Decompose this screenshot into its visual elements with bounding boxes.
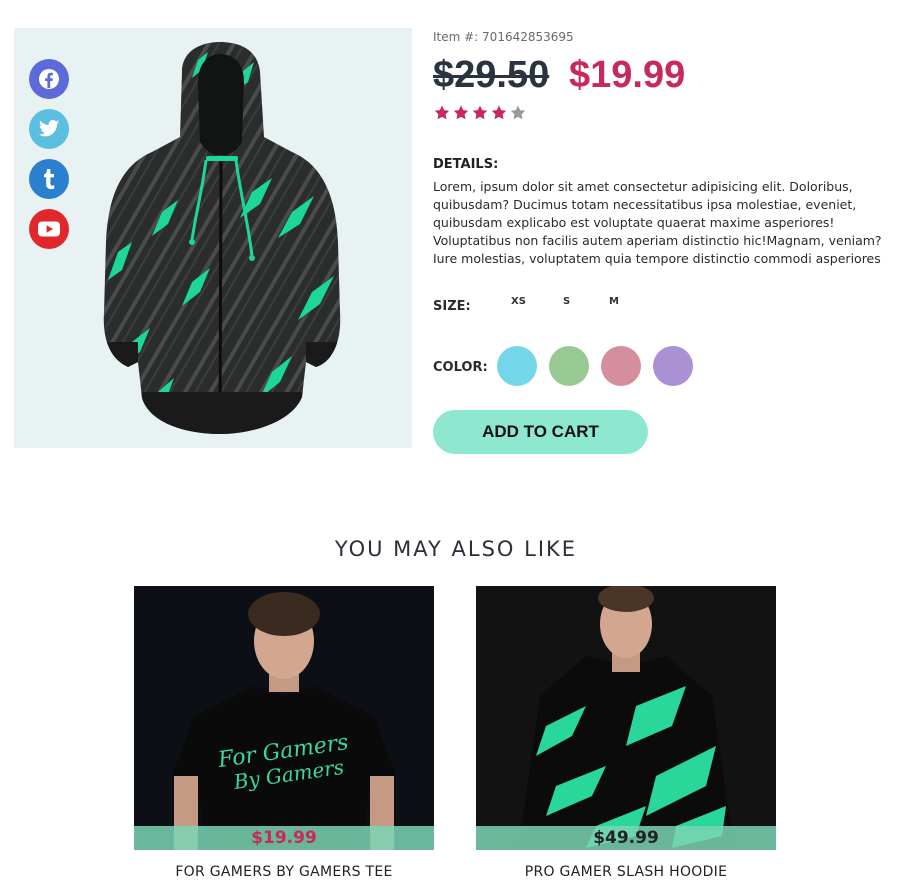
color-swatch-pink[interactable] (601, 346, 641, 386)
size-option-m[interactable]: M (609, 296, 619, 307)
youtube-icon (38, 221, 60, 237)
size-label: SIZE: (433, 299, 471, 314)
related-product-card[interactable]: For Gamers By Gamers $19.99 FOR GAMERS B… (134, 586, 434, 880)
related-section-title: YOU MAY ALSO LIKE (334, 537, 578, 561)
size-option-xs[interactable]: XS (511, 296, 526, 307)
star-filled-icon (434, 105, 450, 120)
tee-model-image: For Gamers By Gamers (134, 586, 434, 850)
star-filled-icon (472, 105, 488, 120)
product-name[interactable]: PRO GAMER SLASH HOODIE (476, 864, 776, 880)
product-price: $49.99 (476, 826, 776, 850)
product-image-panel (14, 28, 412, 448)
add-to-cart-button[interactable]: ADD TO CART (433, 410, 648, 454)
social-share-bar (29, 59, 69, 249)
item-number: Item #: 701642853695 (433, 30, 574, 44)
price-block: $29.50 $19.99 (433, 54, 893, 102)
color-swatch-green[interactable] (549, 346, 589, 386)
star-rating (433, 104, 893, 126)
details-heading: DETAILS: (433, 157, 499, 172)
star-filled-icon (491, 105, 507, 120)
star-empty-icon (510, 105, 526, 120)
star-filled-icon (453, 105, 469, 120)
youtube-share-button[interactable] (29, 209, 69, 249)
tumblr-share-button[interactable] (29, 159, 69, 199)
product-photo[interactable]: For Gamers By Gamers $19.99 (134, 586, 434, 850)
twitter-share-button[interactable] (29, 109, 69, 149)
details-text: Lorem, ipsum dolor sit amet consectetur … (433, 179, 882, 266)
size-option-s[interactable]: S (563, 296, 570, 307)
facebook-icon (39, 69, 59, 89)
color-swatch-blue[interactable] (497, 346, 537, 386)
twitter-icon (38, 120, 60, 137)
product-info: Item #: 701642853695 $29.50 $19.99 (433, 30, 893, 126)
facebook-share-button[interactable] (29, 59, 69, 99)
product-name[interactable]: FOR GAMERS BY GAMERS TEE (134, 864, 434, 880)
product-photo[interactable]: $49.99 (476, 586, 776, 850)
related-product-card[interactable]: $49.99 PRO GAMER SLASH HOODIE (476, 586, 776, 880)
hoodie-model-image (476, 586, 776, 850)
color-swatch-purple[interactable] (653, 346, 693, 386)
sale-price: $19.99 (569, 54, 686, 96)
color-label: COLOR: (433, 360, 488, 375)
original-price: $29.50 (433, 54, 550, 96)
product-price: $19.99 (134, 826, 434, 850)
tumblr-icon (44, 169, 55, 190)
hoodie-product-image (103, 42, 341, 434)
